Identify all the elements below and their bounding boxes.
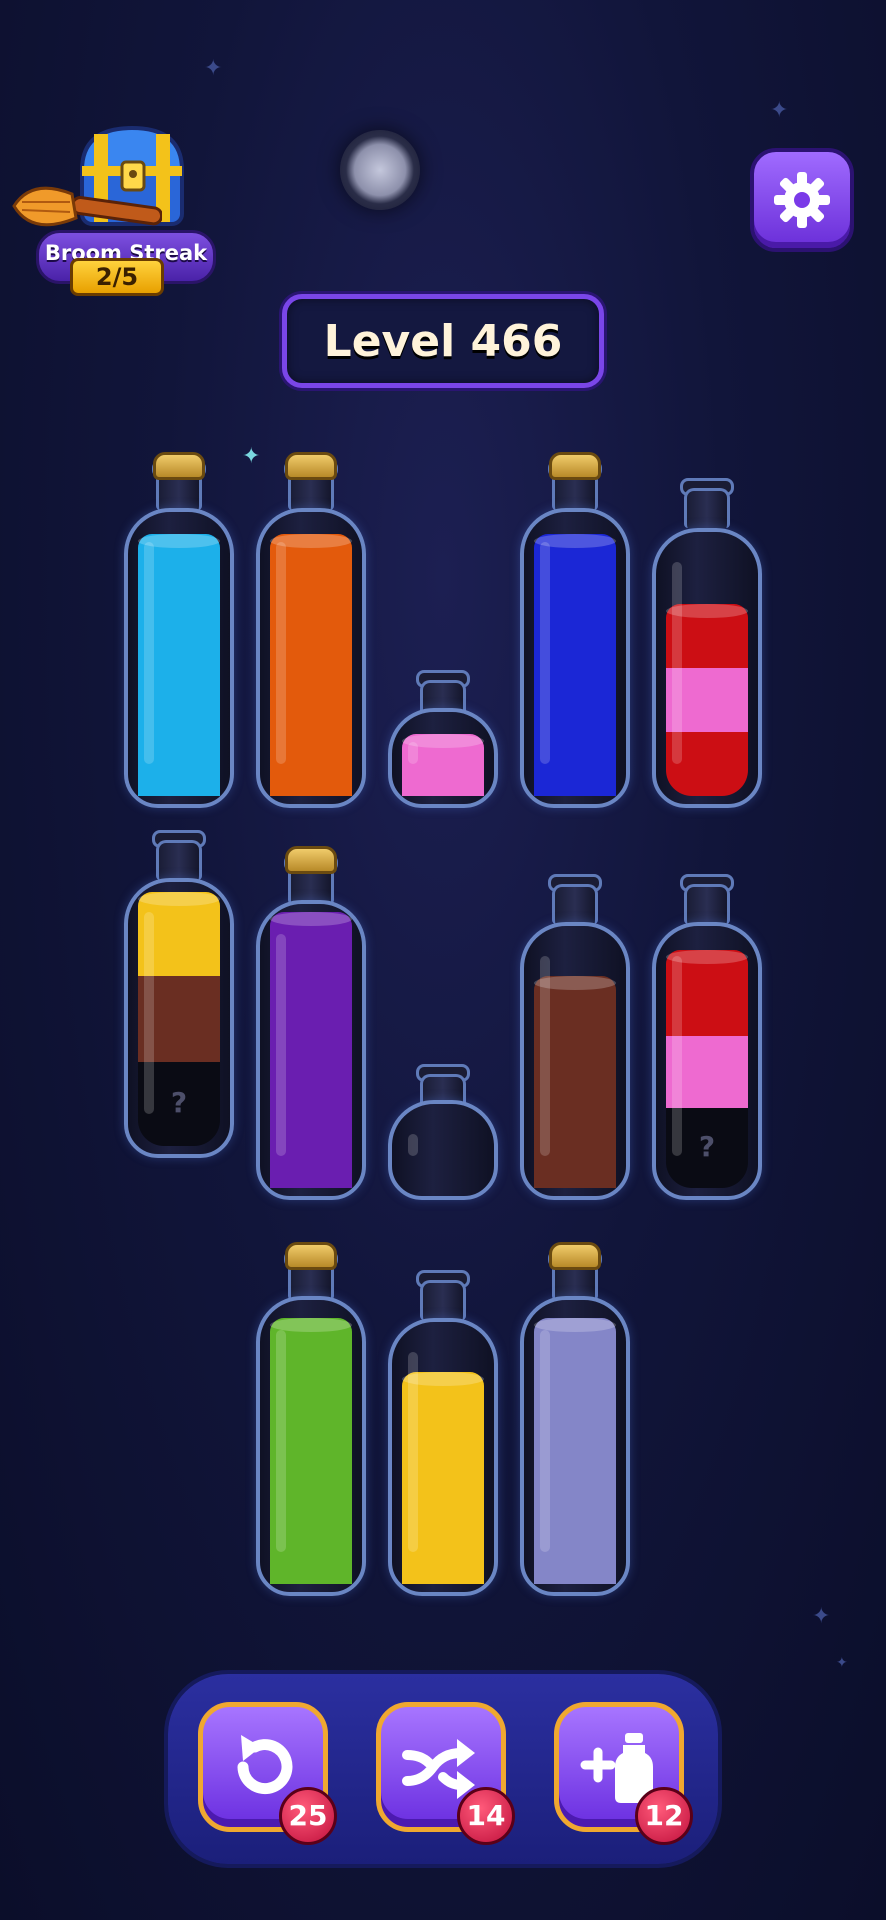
bottle-body [520,922,630,1200]
glass-shine [540,956,550,1156]
bottle-body: ? [652,922,762,1200]
cork-icon [153,452,205,480]
star-decoration: ✦ [204,56,223,81]
glass-shine [540,1330,550,1552]
bottle[interactable]: ? [124,822,234,1158]
glass-shine [144,912,154,1114]
bottle-neck [684,488,730,528]
glass-shine [408,742,418,764]
bottle-body [256,1296,366,1596]
bottle-body [124,508,234,808]
bottle[interactable] [124,452,234,808]
cork-icon [285,452,337,480]
bottle-body [520,508,630,808]
undo-count-badge: 25 [279,1787,337,1845]
glass-shine [672,562,682,764]
add-bottle-button[interactable]: 12 [554,1702,693,1845]
streak-count: 2/5 [70,258,164,296]
bottle[interactable] [256,1242,366,1596]
bottle-body [388,708,498,808]
glass-shine [540,542,550,764]
cork-icon [549,1242,601,1270]
glass-shine [276,934,286,1156]
tool-bar: 25 14 12 [168,1674,718,1864]
glass-shine [144,542,154,764]
star-decoration: ✦ [836,1655,848,1671]
bottle-body [256,508,366,808]
bottle[interactable] [388,1056,498,1200]
bottle-neck [684,884,730,924]
bottle[interactable] [652,470,762,808]
bottle-body [652,528,762,808]
add-bottle-count-badge: 12 [635,1787,693,1845]
glass-shine [408,1352,418,1552]
bottle[interactable] [256,452,366,808]
undo-button[interactable]: 25 [198,1702,337,1845]
level-title: Level 466 [323,315,563,367]
bottle-body [256,900,366,1200]
broom-streak-widget[interactable]: Broom Streak 2/5 [12,118,216,300]
glass-shine [672,956,682,1156]
bottle-body [388,1100,498,1200]
bottle[interactable] [388,662,498,808]
bottle[interactable] [256,846,366,1200]
bottle-body [388,1318,498,1596]
bottle-neck [156,840,202,880]
bottle[interactable] [520,452,630,808]
settings-button[interactable] [750,148,854,252]
level-indicator: Level 466 [282,294,604,388]
bottle[interactable] [520,1242,630,1596]
camera-cutout [340,130,420,210]
shuffle-count-badge: 14 [457,1787,515,1845]
bottle[interactable] [520,866,630,1200]
shuffle-button[interactable]: 14 [376,1702,515,1845]
star-decoration: ✦ [770,98,789,123]
glass-shine [408,1134,418,1156]
bottle-body: ? [124,878,234,1158]
bottle[interactable]: ? [652,866,762,1200]
bottle-body [520,1296,630,1596]
gear-icon [774,172,830,228]
bottle-neck [552,884,598,924]
star-decoration: ✦ [812,1604,831,1629]
cork-icon [549,452,601,480]
glass-shine [276,1330,286,1552]
cork-icon [285,846,337,874]
cork-icon [285,1242,337,1270]
bottle[interactable] [388,1262,498,1596]
glass-shine [276,542,286,764]
bottle-neck [420,1280,466,1320]
